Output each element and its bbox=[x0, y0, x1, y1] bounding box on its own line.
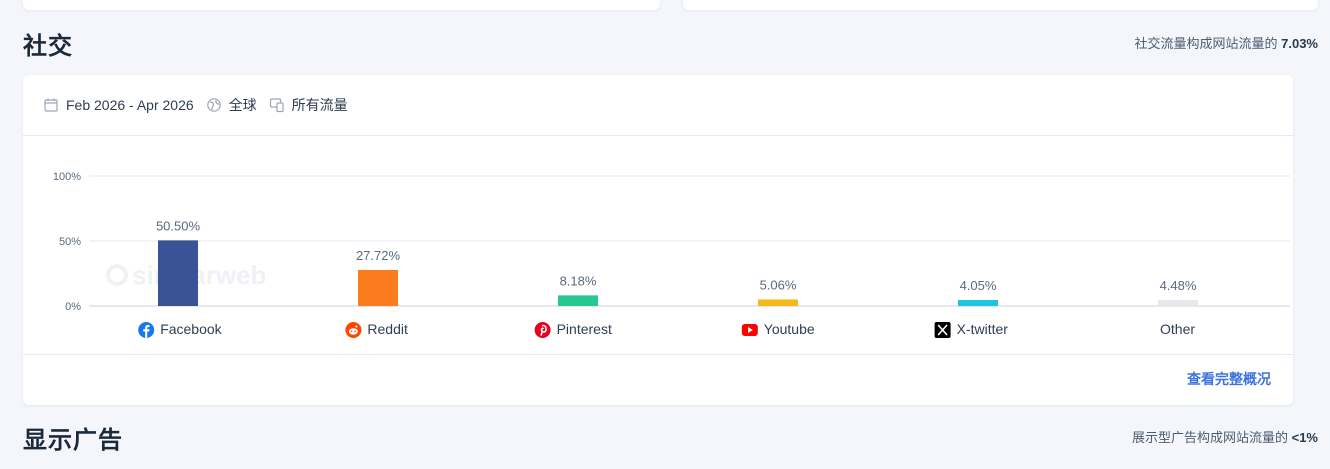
x-label-reddit: Reddit bbox=[367, 321, 408, 337]
bar-facebook bbox=[158, 240, 198, 306]
pinterest-icon-bg bbox=[534, 322, 551, 338]
bar-x-twitter bbox=[958, 300, 998, 306]
bar-pinterest bbox=[558, 295, 598, 306]
social-note-text: 社交流量构成网站流量的 bbox=[1134, 36, 1278, 51]
traffic-type-filter[interactable]: 所有流量 bbox=[292, 95, 348, 115]
display-ads-note-text: 展示型广告构成网站流量的 bbox=[1131, 430, 1288, 445]
view-full-overview-link[interactable]: 查看完整概况 bbox=[1187, 369, 1271, 389]
x-label-pinterest: Pinterest bbox=[557, 321, 612, 337]
y-tick-label: 100% bbox=[53, 171, 81, 183]
data-label-pinterest: 8.18% bbox=[560, 273, 597, 288]
data-label-reddit: 27.72% bbox=[356, 248, 401, 263]
bar-reddit bbox=[358, 269, 398, 306]
region-filter[interactable]: 全球 bbox=[229, 95, 257, 115]
social-traffic-share-note: 社交流量构成网站流量的 7.03% bbox=[1134, 33, 1318, 52]
social-note-value: 7.03% bbox=[1281, 36, 1318, 51]
y-tick-label: 50% bbox=[59, 236, 81, 248]
data-label-other: 4.48% bbox=[1160, 278, 1197, 293]
pinterest-icon bbox=[534, 322, 551, 338]
y-tick-label: 0% bbox=[65, 301, 81, 313]
devices-icon bbox=[269, 97, 285, 113]
x-twitter-icon bbox=[934, 322, 951, 338]
youtube-icon bbox=[741, 324, 758, 336]
date-range-filter[interactable]: Feb 2026 - Apr 2026 bbox=[66, 97, 194, 113]
reddit-face bbox=[348, 328, 358, 335]
bar-youtube bbox=[758, 299, 798, 306]
display-ads-traffic-share-note: 展示型广告构成网站流量的 <1% bbox=[1132, 427, 1318, 446]
filter-bar: Feb 2026 - Apr 2026 全球 所有流量 bbox=[43, 95, 360, 115]
reddit-eye-left bbox=[350, 330, 353, 333]
display-ads-section-title: 显示广告 bbox=[23, 427, 123, 454]
data-label-x-twitter: 4.05% bbox=[960, 278, 997, 293]
bar-other bbox=[1158, 300, 1198, 306]
x-label-other: Other bbox=[1160, 321, 1195, 337]
watermark-logo-icon bbox=[106, 264, 128, 286]
data-label-facebook: 50.50% bbox=[156, 218, 201, 233]
social-chart-card: Feb 2026 - Apr 2026 全球 所有流量 0% 50% 100% si… bbox=[23, 75, 1293, 405]
x-label-x-twitter: X-twitter bbox=[957, 321, 1009, 337]
display-ads-note-value: <1% bbox=[1291, 430, 1318, 445]
reddit-antenna bbox=[355, 325, 358, 328]
calendar-icon bbox=[43, 97, 59, 113]
previous-card-right bbox=[683, 0, 1318, 10]
x-label-facebook: Facebook bbox=[160, 321, 222, 337]
reddit-icon bbox=[345, 322, 362, 338]
globe-icon bbox=[206, 97, 222, 113]
data-label-youtube: 5.06% bbox=[760, 277, 797, 292]
reddit-eye-right bbox=[354, 330, 356, 333]
previous-card-left bbox=[23, 0, 660, 10]
card-divider-top bbox=[23, 135, 1293, 136]
card-divider-bottom bbox=[23, 354, 1293, 355]
social-traffic-bar-chart: 0% 50% 100% similarweb 50.50% 27.72% 8.18% 5.… bbox=[53, 171, 1290, 338]
social-section-title: 社交 bbox=[23, 33, 73, 60]
x-label-youtube: Youtube bbox=[764, 321, 815, 337]
watermark-text: similarweb bbox=[132, 260, 266, 290]
facebook-icon bbox=[138, 322, 155, 338]
